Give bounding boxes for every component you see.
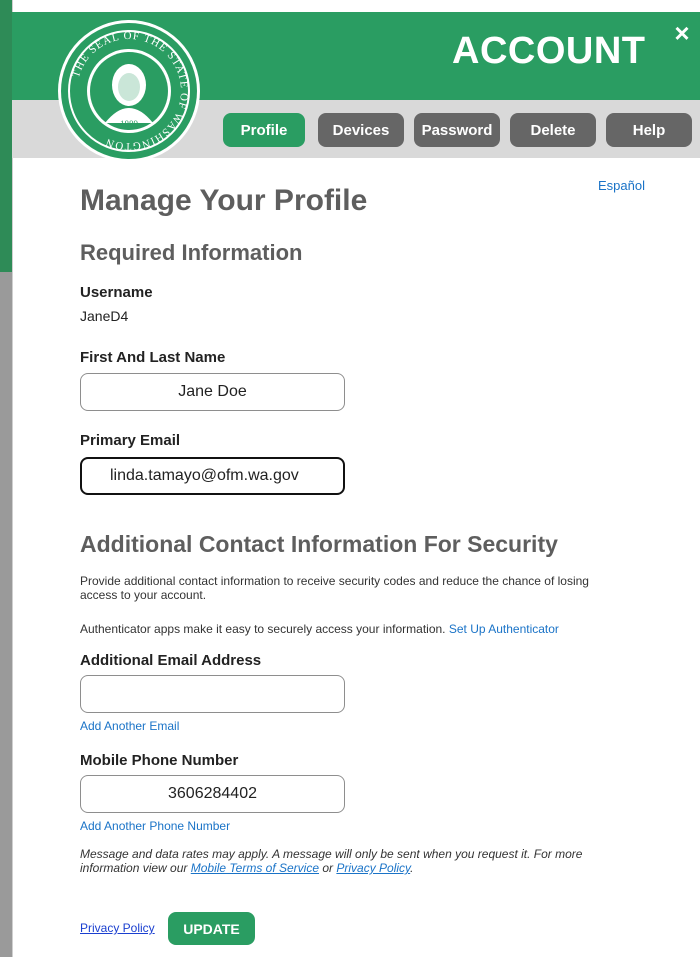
name-input[interactable] bbox=[80, 373, 345, 411]
additional-email-input[interactable] bbox=[80, 675, 345, 713]
tab-devices[interactable]: Devices bbox=[318, 113, 404, 147]
privacy-policy-link[interactable]: Privacy Policy bbox=[80, 921, 155, 935]
required-info-heading: Required Information bbox=[80, 240, 303, 265]
page-title: Manage Your Profile bbox=[80, 184, 368, 217]
disclaimer-or: or bbox=[322, 861, 334, 875]
authenticator-paragraph: Authenticator apps make it easy to secur… bbox=[80, 622, 620, 636]
spanish-language-link[interactable]: Español bbox=[598, 178, 645, 193]
tab-password[interactable]: Password bbox=[414, 113, 500, 147]
background-gray-band bbox=[0, 272, 12, 957]
phone-input[interactable] bbox=[80, 775, 345, 813]
username-label: Username bbox=[80, 284, 153, 301]
primary-email-input[interactable] bbox=[80, 457, 345, 495]
state-seal-logo: THE SEAL OF THE STATE OF WASHINGTON 1889 bbox=[58, 20, 200, 162]
inline-privacy-policy-link[interactable]: Privacy Policy bbox=[336, 861, 410, 875]
set-up-authenticator-link[interactable]: Set Up Authenticator bbox=[449, 622, 559, 636]
mobile-terms-link[interactable]: Mobile Terms of Service bbox=[191, 861, 319, 875]
name-label: First And Last Name bbox=[80, 349, 226, 366]
phone-label: Mobile Phone Number bbox=[80, 752, 239, 769]
tab-profile[interactable]: Profile bbox=[223, 113, 305, 147]
add-another-email-link[interactable]: Add Another Email bbox=[80, 719, 179, 733]
add-another-phone-link[interactable]: Add Another Phone Number bbox=[80, 819, 230, 833]
tab-delete[interactable]: Delete bbox=[510, 113, 596, 147]
username-value: JaneD4 bbox=[80, 308, 129, 324]
additional-email-label: Additional Email Address bbox=[80, 652, 262, 669]
security-heading: Additional Contact Information For Secur… bbox=[80, 531, 558, 557]
authenticator-text: Authenticator apps make it easy to secur… bbox=[80, 622, 446, 636]
page-header-title: ACCOUNT bbox=[452, 30, 646, 72]
background-green-band bbox=[0, 0, 12, 272]
primary-email-label: Primary Email bbox=[80, 432, 181, 449]
security-description: Provide additional contact information t… bbox=[80, 574, 589, 602]
sms-disclaimer: Message and data rates may apply. A mess… bbox=[80, 847, 640, 875]
update-button[interactable]: UPDATE bbox=[168, 912, 255, 945]
disclaimer-period: . bbox=[410, 861, 414, 875]
tab-help[interactable]: Help bbox=[606, 113, 692, 147]
close-icon[interactable]: × bbox=[668, 18, 696, 50]
seal-year: 1889 bbox=[120, 119, 139, 129]
